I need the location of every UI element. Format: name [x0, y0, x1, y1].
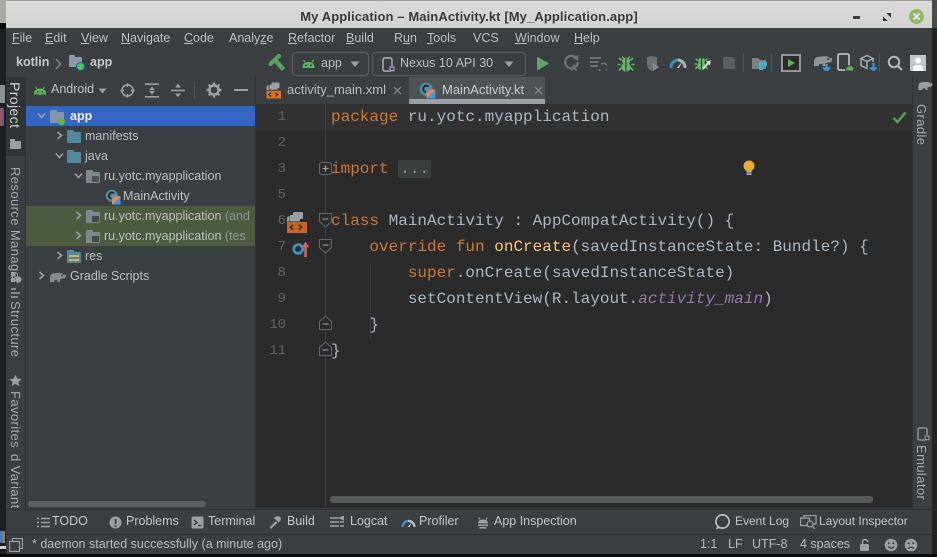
svg-text:A: A	[571, 63, 578, 72]
